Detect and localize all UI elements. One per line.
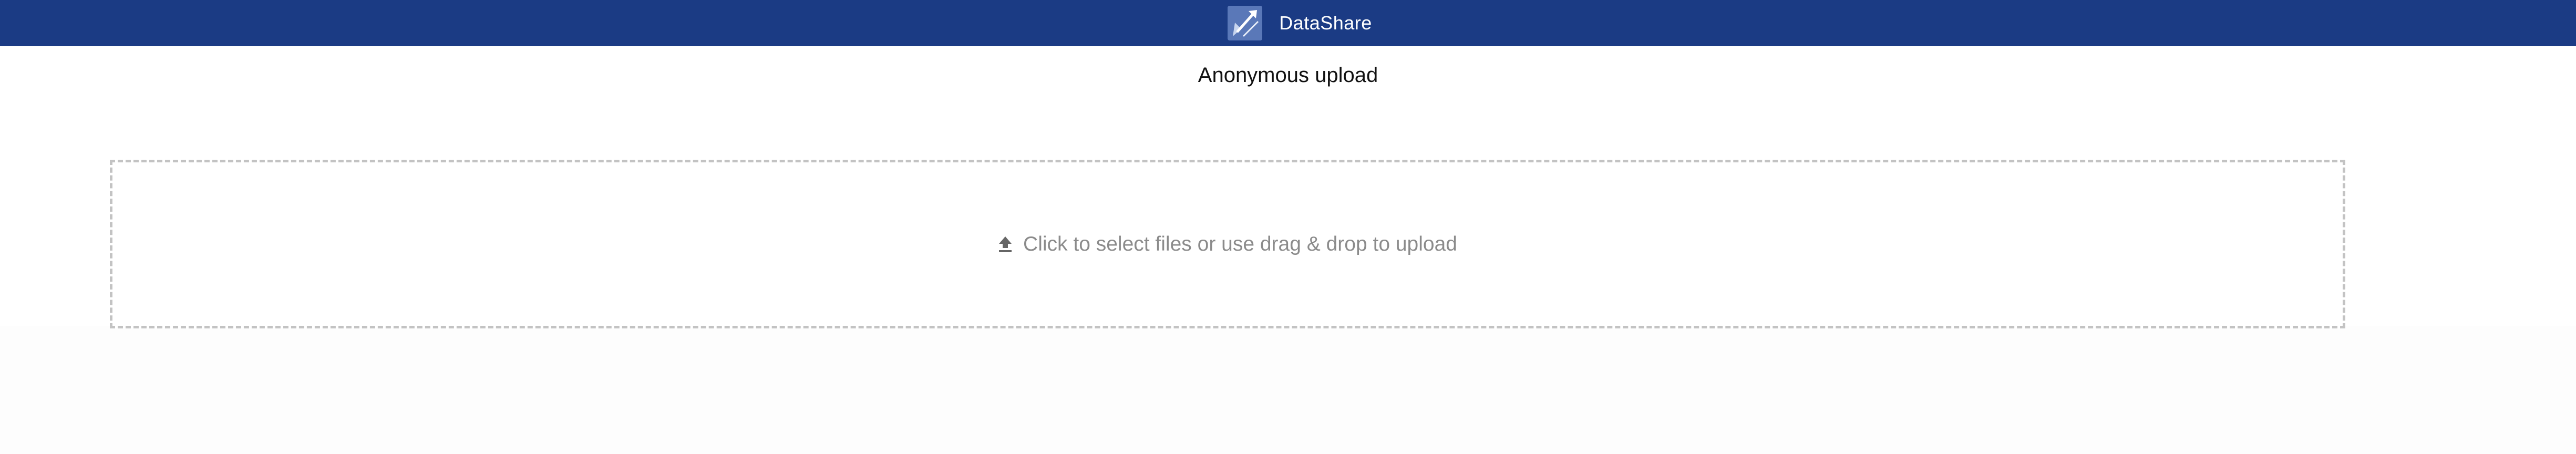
- dropzone-label: Click to select files or use drag & drop…: [1023, 232, 1457, 255]
- top-bar: DataShare: [0, 0, 2576, 46]
- upload-icon: [998, 235, 1013, 253]
- file-dropzone[interactable]: Click to select files or use drag & drop…: [110, 160, 2345, 328]
- brand-name: DataShare: [1279, 12, 1372, 34]
- brand[interactable]: DataShare: [1228, 6, 1372, 40]
- dropzone-content: Click to select files or use drag & drop…: [998, 233, 1457, 256]
- page-title: Anonymous upload: [1198, 64, 1378, 87]
- datashare-logo-icon: [1228, 6, 1263, 40]
